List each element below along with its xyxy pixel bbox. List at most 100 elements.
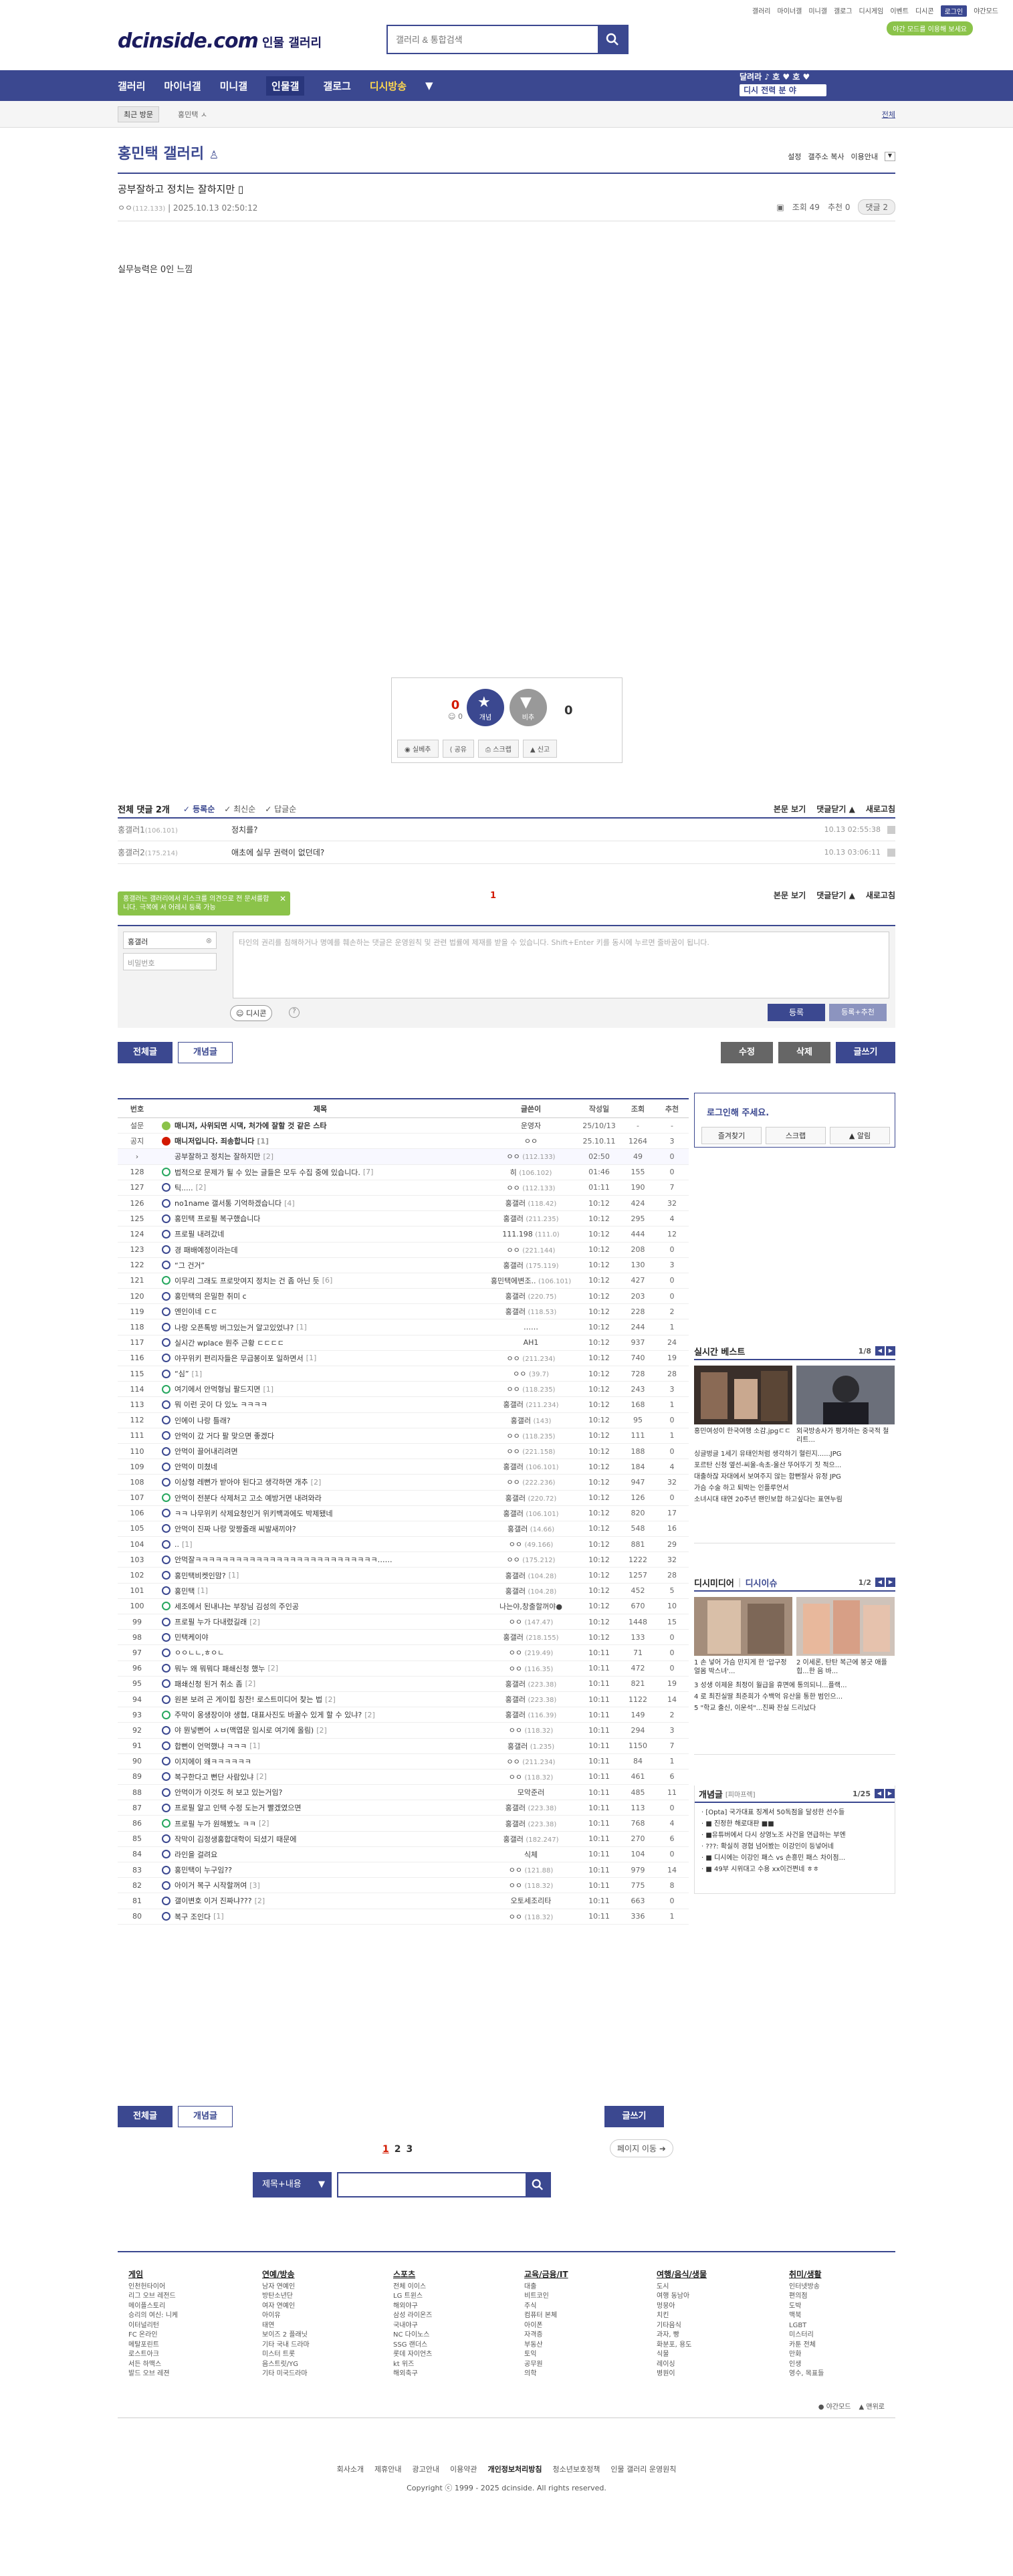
footer-item[interactable]: 메탈포린트 <box>128 2341 178 2351</box>
post-writer-cell[interactable]: ㅇㅇ (118.235) <box>484 1384 578 1394</box>
post-writer-cell[interactable]: ㅇㅇ (112.133) <box>484 1151 578 1162</box>
post-writer-cell[interactable]: 홍갤러 (220.75) <box>484 1291 578 1301</box>
dccon-button[interactable]: ☺ 디시콘 <box>230 1005 273 1021</box>
post-title-cell[interactable]: 합뻔이 언먹했냐 ㅋㅋㅋ [1] <box>156 1741 484 1751</box>
table-row[interactable]: 115 “심” [1] ㅇㅇ (39.7) 10:12 728 28 <box>118 1366 689 1382</box>
post-title-cell[interactable]: 복구한다고 뻔단 사람있냐 [2] <box>156 1772 484 1782</box>
post-writer-cell[interactable]: 홍갤러 (211.234) <box>484 1399 578 1410</box>
post-title-cell[interactable]: 안먹이 미쳤네 <box>156 1461 484 1472</box>
footer-link[interactable]: 제휴안내 <box>374 2464 401 2474</box>
delete-icon[interactable] <box>887 825 895 834</box>
footer-column-title[interactable]: 여행/음식/생물 <box>657 2270 707 2280</box>
footer-item[interactable]: 비트코인 <box>524 2292 568 2302</box>
post-writer-cell[interactable]: 운영자 <box>484 1120 578 1131</box>
concept-item[interactable]: · ■ 진정한 해로대판 ■■ <box>701 1818 895 1830</box>
sort-registered[interactable]: ✓ 등록순 <box>183 803 215 815</box>
table-row[interactable]: 89 복구한다고 뻔단 사람있냐 [2] ㅇㅇ (118.32) 10:11 461 6 <box>118 1769 689 1786</box>
footer-item[interactable]: 기타음식 <box>657 2321 707 2331</box>
table-row[interactable]: 122 “그 건거” 홍갤러 (175.119) 10:12 130 3 <box>118 1258 689 1273</box>
footer-item[interactable]: 컴퓨터 본체 <box>524 2311 568 2321</box>
table-row[interactable]: 82 아이거 복구 시작할꺼여 [3] ㅇㅇ (118.32) 10:11 775 8 <box>118 1878 689 1894</box>
gnb-banner[interactable]: 달려라 ♪ 호 ♥ 호 ♥ 디시 전력 분 야 <box>740 72 853 96</box>
search-type-select[interactable]: 제목+내용 ▼ <box>253 2172 332 2197</box>
gallery-title[interactable]: 홍민택 갤러리 ♙ <box>118 142 219 163</box>
nav-minor[interactable]: 마이너갤 <box>164 79 201 93</box>
reply-count[interactable]: [2] <box>267 1664 278 1673</box>
post-writer-cell[interactable]: 모악준러 <box>484 1787 578 1798</box>
footer-item[interactable]: 레이싱 <box>657 2360 707 2370</box>
footer-item[interactable]: 의학 <box>524 2369 568 2379</box>
post-writer-cell[interactable]: 홍갤러 (220.72) <box>484 1493 578 1503</box>
footer-item[interactable]: 국내야구 <box>393 2321 432 2331</box>
share-button[interactable]: ⟨ 공유 <box>442 740 475 758</box>
table-row[interactable]: 107 안먹이 전분다 삭제처고 고소 예방거면 내려와라 홍갤러 (220.72)… <box>118 1491 689 1506</box>
all-posts-button[interactable]: 전체글 <box>118 1042 173 1063</box>
post-title-cell[interactable]: 프로필 누가 원해봤노 ㅋㅋ [2] <box>156 1818 484 1829</box>
table-row[interactable]: 80 복구 조인다 [1] ㅇㅇ (118.32) 10:11 336 1 <box>118 1909 689 1925</box>
footer-item[interactable]: 멍뭉아 <box>657 2302 707 2312</box>
footer-item[interactable]: 과자, 빵 <box>657 2331 707 2341</box>
post-title-cell[interactable]: 작막이 김정생홍합대학이 되셨기 때문에 <box>156 1834 484 1844</box>
favorites-button[interactable]: 즐겨찾기 <box>701 1127 762 1144</box>
nav-broadcast[interactable]: 디시방송 <box>370 79 407 93</box>
post-title-cell[interactable]: 프로필 누가 다내렸길래 [2] <box>156 1616 484 1627</box>
best-thumbnail[interactable] <box>796 1366 895 1424</box>
footer-item[interactable]: 화분포, 용도 <box>657 2341 707 2351</box>
post-writer-cell[interactable]: 홍갤러 (116.39) <box>484 1709 578 1720</box>
table-row[interactable]: 86 프로필 누가 원해봤노 ㅋㅋ [2] 홍갤러 (223.38) 10:11 768 4 <box>118 1816 689 1832</box>
footer-column-title[interactable]: 게임 <box>128 2270 178 2280</box>
footer-item[interactable]: 대출 <box>524 2282 568 2292</box>
table-row[interactable]: 123 경 패배예정이라는데 ㅇㅇ (221.144) 10:12 208 0 <box>118 1243 689 1258</box>
post-title-cell[interactable]: 이무리 그래도 프로맛여지 정치는 건 좀 아닌 듯 [6] <box>156 1275 484 1286</box>
post-writer-cell[interactable]: 홍갤러 (211.235) <box>484 1213 578 1224</box>
reply-count[interactable]: [1] <box>182 1540 193 1549</box>
table-row[interactable]: 83 홍민택이 누구임?? ㅇㅇ (121.88) 10:11 979 14 <box>118 1862 689 1879</box>
post-title-cell[interactable]: 엔인이네 ㄷㄷ <box>156 1306 484 1317</box>
reply-count[interactable]: [2] <box>263 1152 273 1161</box>
post-writer-cell[interactable]: 홍갤러 (175.119) <box>484 1260 578 1271</box>
post-writer-cell[interactable]: 홍갤러 (106.101) <box>484 1461 578 1472</box>
footer-item[interactable]: 병원이 <box>657 2369 707 2379</box>
post-title-cell[interactable]: 홍민택 [1] <box>156 1586 484 1596</box>
table-row[interactable]: 101 홍민택 [1] 홍갤러 (104.28) 10:12 452 5 <box>118 1584 689 1599</box>
guide-link[interactable]: 이용안내 <box>851 151 878 162</box>
top-link-mini[interactable]: 미니갤 <box>808 5 827 17</box>
footer-item[interactable]: 여행 동남아 <box>657 2292 707 2302</box>
post-writer-cell[interactable]: 홍갤러 (118.53) <box>484 1306 578 1317</box>
post-title-cell[interactable]: 안먹이 갔 거다 팔 맞으면 좋겠다 <box>156 1430 484 1441</box>
footer-link[interactable]: 회사소개 <box>337 2464 364 2474</box>
post-title-cell[interactable]: 법적으로 문제가 될 수 있는 글들은 모두 수집 중에 있습니다. [7] <box>156 1167 484 1178</box>
reply-count[interactable]: [2] <box>256 1772 267 1781</box>
footer-item[interactable]: 태연 <box>262 2321 310 2331</box>
reply-count[interactable]: [2] <box>249 1618 260 1626</box>
post-writer-cell[interactable]: 홍갤러 (223.38) <box>484 1818 578 1829</box>
post-title-cell[interactable]: 프로필 알고 인택 수정 도는거 빨겠였으면 <box>156 1802 484 1813</box>
footer-link[interactable]: 청소년보호정책 <box>552 2464 600 2474</box>
close-comments-link[interactable]: 댓글닫기 ▲ <box>816 889 855 901</box>
reply-count[interactable]: [1] <box>197 1586 208 1595</box>
close-icon[interactable]: ✕ <box>279 895 286 903</box>
best-item[interactable]: 소녀시대 태연 20주년 팬인보합 하고싶다는 표연누림 <box>694 1494 895 1505</box>
table-row[interactable]: 90 이지에이 왜ㅋㅋㅋㅋㅋㅋ ㅇㅇ (211.234) 10:11 84 1 <box>118 1754 689 1769</box>
footer-item[interactable]: 아이폰 <box>524 2321 568 2331</box>
footer-item[interactable]: 영수, 목표들 <box>789 2369 824 2379</box>
footer-item[interactable]: 치킨 <box>657 2311 707 2321</box>
reply-count[interactable]: [2] <box>245 1679 256 1688</box>
media-caption[interactable]: 1 손 넣어 가슴 만지게 한 '압구정 얼몸 박스녀'... <box>694 1658 792 1676</box>
table-row[interactable]: 95 패쇄신청 된거 취소 좀 [2] 홍갤러 (223.38) 10:11 821 19 <box>118 1677 689 1692</box>
concept-posts-button[interactable]: 개념글 <box>178 1042 233 1063</box>
post-title-cell[interactable]: 프로필 내려갔네 <box>156 1228 484 1239</box>
best-report-button[interactable]: ◉ 실베추 <box>397 740 439 758</box>
table-row[interactable]: 113 뭐 이런 곳이 다 있노 ㅋㅋㅋㅋ 홍갤러 (211.234) 10:12 16… <box>118 1397 689 1413</box>
table-row[interactable]: 105 안먹이 진짜 나랑 맞짱줄래 씨발새끼야? 홍갤러 (14.66) 10:12… <box>118 1521 689 1537</box>
post-title-cell[interactable]: 야 뭔넣뻔어 ㅅㅂ(맥엽문 임시로 여기에 올림) [2] <box>156 1725 484 1735</box>
scrap-list-button[interactable]: 스크랩 <box>766 1127 826 1144</box>
post-writer-cell[interactable]: ㅇㅇ (211.234) <box>484 1353 578 1364</box>
footer-item[interactable]: LG 트윈스 <box>393 2292 432 2302</box>
best-caption[interactable]: 홍민여성이 한국여행 소감.jpgㄷㄷ <box>694 1427 792 1444</box>
media-caption[interactable]: 2 이세론, 탄탄 복근에 봉긋 애플힙...한 음 바... <box>796 1658 895 1676</box>
footer-item[interactable]: 미스터리 <box>789 2331 824 2341</box>
page-3[interactable]: 3 <box>407 2144 413 2155</box>
post-writer-cell[interactable]: …… <box>484 1323 578 1331</box>
post-writer-cell[interactable]: 111.198 (111.0) <box>484 1230 578 1239</box>
